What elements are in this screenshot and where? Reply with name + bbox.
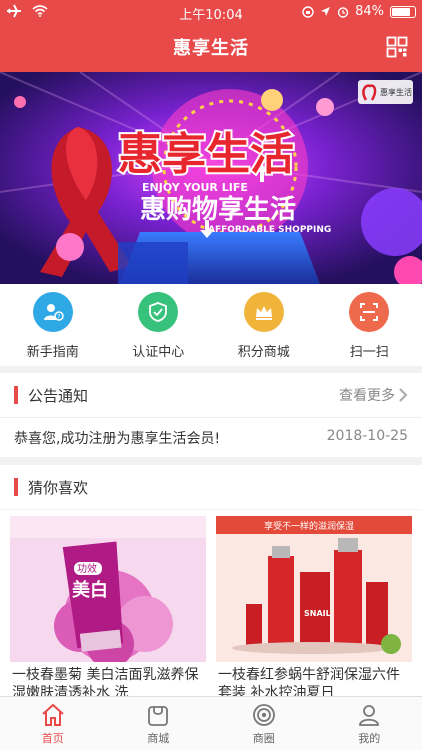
verified-shield-icon [138,292,179,332]
notice-date: 2018-10-25 [326,428,408,444]
notice-text: 恭喜您,成功注册为惠享生活会员! [14,431,221,447]
tab-business-circle[interactable]: 商圈 [211,697,317,750]
recommend-title: 猜你喜欢 [28,479,89,497]
battery-icon [390,5,416,18]
svg-text:惠享生活: 惠享生活 [380,87,412,97]
rotation-lock-icon [302,5,314,18]
tab-mall[interactable]: 商城 [106,697,212,750]
product-image: 功效 美白 [10,516,206,662]
tab-label: 首页 [41,732,64,745]
notice-title: 公告通知 [28,387,89,405]
status-bar: 上午10:04 84% [0,0,422,24]
tab-home[interactable]: 首页 [0,697,106,750]
location-arrow-icon [321,7,331,16]
quick-label: 认证中心 [132,345,185,360]
view-more-label: 查看更多 [339,388,395,404]
newbie-guide-icon: ? [32,292,73,332]
banner-en-top: ENJOY YOUR LIFE [142,181,248,194]
product-card[interactable]: 功效 美白 一枝春墨菊 美白洁面乳滋养保湿嫩肤清透补水 洗 [10,516,206,700]
product-name: 一枝春墨菊 美白洁面乳滋养保湿嫩肤清透补水 洗 [12,667,199,700]
product-grid: 功效 美白 一枝春墨菊 美白洁面乳滋养保湿嫩肤清透补水 洗 享受不一样的滋润保湿… [0,510,422,700]
banner-en-bottom: AFFORDABLE SHOPPING [208,225,331,235]
quick-item-verification[interactable]: 认证中心 [106,284,212,366]
recommend-header: 猜你喜欢 [0,465,422,509]
page-title: 惠享生活 [173,38,249,59]
quick-label: 新手指南 [26,345,79,360]
notice-header: 公告通知 查看更多 [0,373,422,417]
alarm-icon [337,6,349,18]
product-image-brand: SNAIL [304,609,331,618]
tab-label: 商城 [147,732,170,745]
target-circle-icon [252,704,275,726]
banner-title: 惠享生活 [118,129,294,180]
quick-item-newbie-guide[interactable]: ? 新手指南 [0,284,106,366]
shopping-bag-icon [148,706,169,726]
tab-label: 我的 [358,732,381,745]
product-image: 享受不一样的滋润保湿 SNAIL [216,516,412,662]
view-more-link[interactable]: 查看更多 [339,385,408,405]
battery-percent: 84% [355,4,384,19]
banner-art: 惠享生活 ENJOY YOUR LIFE 惠购物享生活 AFFORDABLE S… [0,72,422,284]
qr-scan-icon[interactable] [386,36,408,58]
top-bar: 上午10:04 84% 惠享生活 [0,0,422,72]
bottom-tab-bar: 首页 商城 商圈 我的 [0,696,422,750]
section-accent-bar [14,478,18,496]
product-image-banner: 享受不一样的滋润保湿 [264,520,354,532]
crown-icon [243,292,284,332]
chevron-right-icon [399,388,408,402]
quick-item-points-mall[interactable]: 积分商城 [211,284,317,366]
product-image-badge: 功效 [77,562,97,575]
product-image-title: 美白 [72,579,108,601]
home-icon [42,703,64,726]
scan-icon [349,292,390,332]
banner-subtitle: 惠购物享生活 [140,194,296,225]
user-icon [359,705,380,726]
tab-mine[interactable]: 我的 [317,697,422,750]
promo-banner[interactable]: 惠享生活 ENJOY YOUR LIFE 惠购物享生活 AFFORDABLE S… [0,72,422,284]
quick-label: 扫一扫 [349,345,389,360]
product-name: 一枝春红参蜗牛舒润保湿六件套装 补水控油夏日 [218,667,400,700]
quick-item-scan[interactable]: 扫一扫 [317,284,422,366]
quick-links: ? 新手指南 认证中心 积分商城 扫一扫 [0,284,422,366]
notice-item[interactable]: 恭喜您,成功注册为惠享生活会员! 2018-10-25 [0,417,422,457]
tab-label: 商圈 [252,732,275,745]
svg-text:?: ? [57,314,60,321]
quick-label: 积分商城 [237,345,290,360]
product-card[interactable]: 享受不一样的滋润保湿 SNAIL 一枝春红参蜗牛舒润保湿六件套装 补水控油夏日 [216,516,412,700]
brand-logo: 惠享生活 [358,80,413,104]
section-accent-bar [14,386,18,404]
